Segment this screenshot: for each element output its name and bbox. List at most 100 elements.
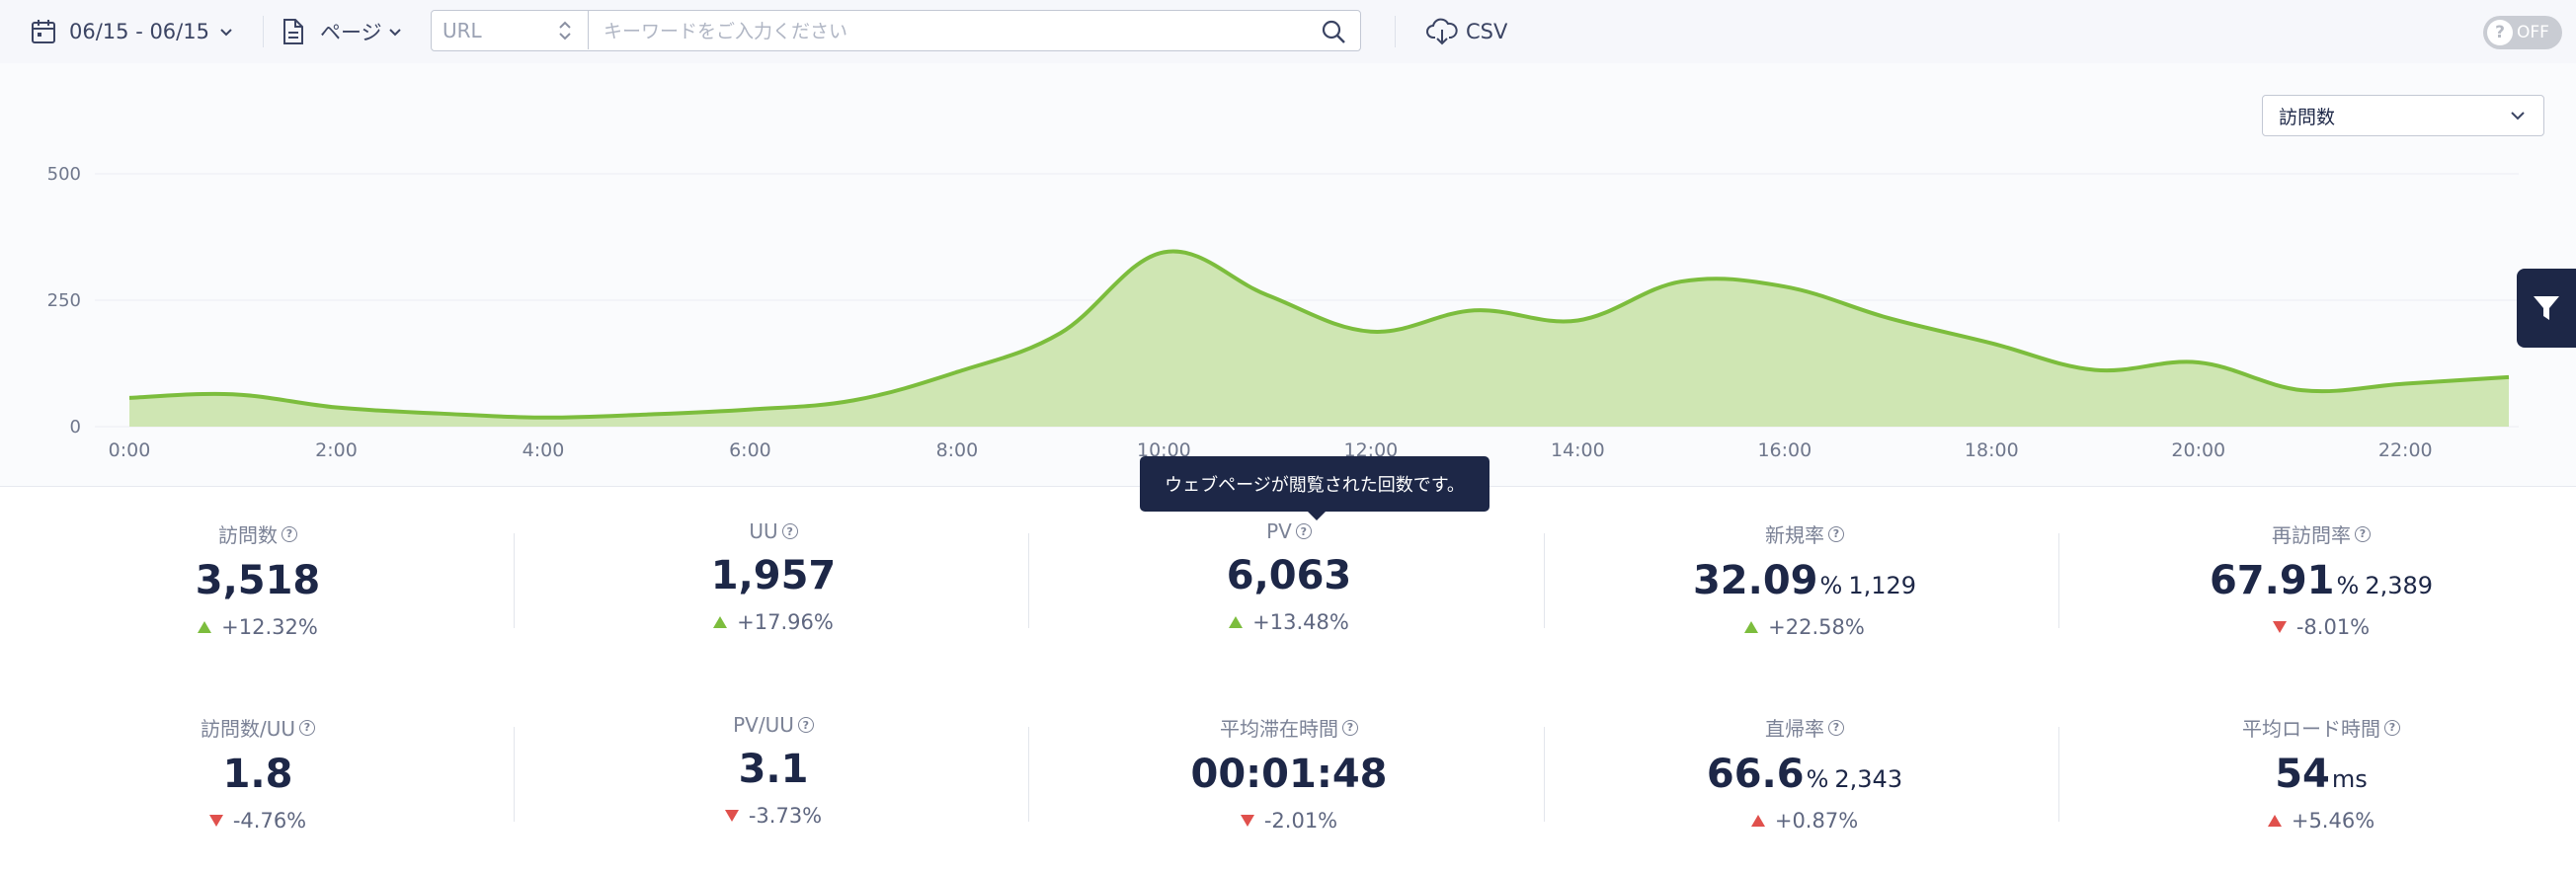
kpi-value-row: 6,063	[1091, 553, 1487, 598]
kpi-change: -4.76%	[60, 809, 455, 833]
triangle-up-icon	[198, 621, 212, 633]
kpi-value: 3.1	[738, 747, 809, 792]
kpi-change-value: -2.01%	[1263, 809, 1338, 833]
kpi-label: 訪問数/UU?	[60, 713, 455, 742]
kpi-card: PV/UU? 3.1 -3.73%	[576, 713, 971, 828]
help-icon[interactable]: ?	[797, 717, 814, 733]
triangle-up-icon	[1229, 616, 1244, 628]
triangle-up-icon	[1750, 815, 1765, 827]
kpi-card: 平均ロード時間? 54 ms +5.46%	[2124, 713, 2519, 833]
kpi-change-value: +0.87%	[1774, 809, 1859, 833]
kpi-value-row: 1.8	[60, 752, 455, 797]
kpi-unit: %	[1806, 765, 1829, 793]
help-icon[interactable]: ?	[282, 525, 297, 542]
help-icon[interactable]: ?	[299, 719, 315, 736]
kpi-card: UU? 1,957 +17.96%	[576, 519, 971, 634]
kpi-unit: %	[1819, 572, 1843, 599]
kpi-label-text: PV	[1266, 519, 1292, 543]
kpi-label-text: 再訪問率	[2272, 523, 2351, 547]
kpi-card: 訪問数/UU? 1.8 -4.76%	[60, 713, 455, 833]
triangle-up-icon	[713, 616, 728, 628]
kpi-change-value: -8.01%	[2295, 615, 2371, 639]
kpi-change-value: +22.58%	[1768, 615, 1865, 639]
kpi-divider	[1028, 533, 1029, 628]
triangle-down-icon	[2272, 621, 2287, 633]
x-tick-label: 6:00	[729, 439, 771, 461]
kpi-value: 00:01:48	[1190, 752, 1388, 797]
y-tick-label: 0	[70, 417, 81, 438]
x-tick-label: 20:00	[2171, 439, 2225, 461]
kpi-sub-count: 2,343	[1834, 765, 1903, 793]
kpi-value: 6,063	[1226, 553, 1352, 598]
kpi-change-value: +13.48%	[1252, 610, 1349, 634]
kpi-label-text: 平均滞在時間	[1220, 717, 1338, 741]
kpi-value-row: 00:01:48	[1091, 752, 1487, 797]
kpi-card: 平均滞在時間? 00:01:48 -2.01%	[1091, 713, 1487, 833]
x-tick-label: 8:00	[936, 439, 979, 461]
kpi-card: 訪問数? 3,518 +12.32%	[60, 519, 455, 639]
pv-tooltip: ウェブページが閲覧された回数です。	[1140, 456, 1489, 520]
x-tick-label: 16:00	[1757, 439, 1811, 461]
kpi-value-row: 1,957	[576, 553, 971, 598]
kpi-change-value: +12.32%	[221, 615, 318, 639]
kpi-change: -3.73%	[576, 804, 971, 828]
kpi-label: 平均ロード時間?	[2124, 713, 2519, 742]
kpi-change: +5.46%	[2124, 809, 2519, 833]
triangle-up-icon	[1744, 621, 1759, 633]
y-tick-label: 250	[47, 290, 81, 311]
kpi-value-row: 3.1	[576, 747, 971, 792]
kpi-label-text: 平均ロード時間	[2242, 717, 2380, 741]
help-icon[interactable]: ?	[1295, 523, 1312, 539]
kpi-value: 54	[2275, 752, 2330, 797]
x-tick-label: 18:00	[1965, 439, 2019, 461]
help-icon[interactable]: ?	[1828, 719, 1844, 736]
kpi-card: 直帰率? 66.6% 2,343 +0.87%	[1607, 713, 2002, 833]
y-tick-label: 500	[47, 164, 81, 185]
help-icon[interactable]: ?	[1342, 719, 1358, 736]
kpi-change: +12.32%	[60, 615, 455, 639]
kpi-value: 1,957	[710, 553, 837, 598]
help-icon[interactable]: ?	[1828, 525, 1844, 542]
filter-icon	[2534, 296, 2559, 320]
metric-dropdown-label: 訪問数	[2279, 106, 2336, 128]
chevron-down-icon	[2511, 112, 2525, 120]
kpi-label: 平均滞在時間?	[1091, 713, 1487, 742]
help-icon[interactable]: ?	[781, 523, 798, 539]
kpi-value: 1.8	[222, 752, 293, 797]
kpi-label-text: UU	[749, 519, 778, 543]
kpi-value-row: 66.6% 2,343	[1607, 752, 2002, 797]
kpi-card: PV? 6,063 +13.48%	[1091, 519, 1487, 634]
kpi-change: +22.58%	[1607, 615, 2002, 639]
kpi-change-value: -3.73%	[748, 804, 823, 828]
kpi-value-row: 32.09% 1,129	[1607, 558, 2002, 603]
kpi-card: 新規率? 32.09% 1,129 +22.58%	[1607, 519, 2002, 639]
help-icon[interactable]: ?	[2355, 525, 2371, 542]
kpi-unit: %	[2336, 572, 2360, 599]
kpi-change: -8.01%	[2124, 615, 2519, 639]
kpi-change: +17.96%	[576, 610, 971, 634]
kpi-label-text: PV/UU	[733, 713, 794, 737]
x-tick-label: 4:00	[523, 439, 565, 461]
visits-area-chart: 02505000:00 2:00 4:00 6:00 8:00 10:00 12:00 14:…	[47, 164, 2519, 461]
help-icon[interactable]: ?	[2384, 719, 2400, 736]
filter-panel-button[interactable]	[2517, 269, 2576, 348]
metric-dropdown[interactable]: 訪問数	[2262, 95, 2544, 136]
kpi-label: 新規率?	[1607, 519, 2002, 548]
kpi-change: -2.01%	[1091, 809, 1487, 833]
kpi-value: 32.09	[1692, 558, 1818, 603]
kpi-card: 再訪問率? 67.91% 2,389 -8.01%	[2124, 519, 2519, 639]
kpi-change-value: -4.76%	[232, 809, 307, 833]
kpi-change-value: +5.46%	[2291, 809, 2375, 833]
kpi-value: 66.6	[1706, 752, 1805, 797]
kpi-label-text: 新規率	[1765, 523, 1824, 547]
triangle-down-icon	[1240, 815, 1254, 827]
kpi-value-row: 54 ms	[2124, 752, 2519, 797]
kpi-divider	[1544, 533, 1545, 628]
kpi-label-text: 訪問数	[218, 523, 278, 547]
x-tick-label: 2:00	[315, 439, 358, 461]
triangle-down-icon	[208, 815, 223, 827]
kpi-divider	[514, 533, 515, 628]
kpi-label: PV/UU?	[576, 713, 971, 737]
kpi-value-row: 67.91% 2,389	[2124, 558, 2519, 603]
triangle-up-icon	[2267, 815, 2282, 827]
